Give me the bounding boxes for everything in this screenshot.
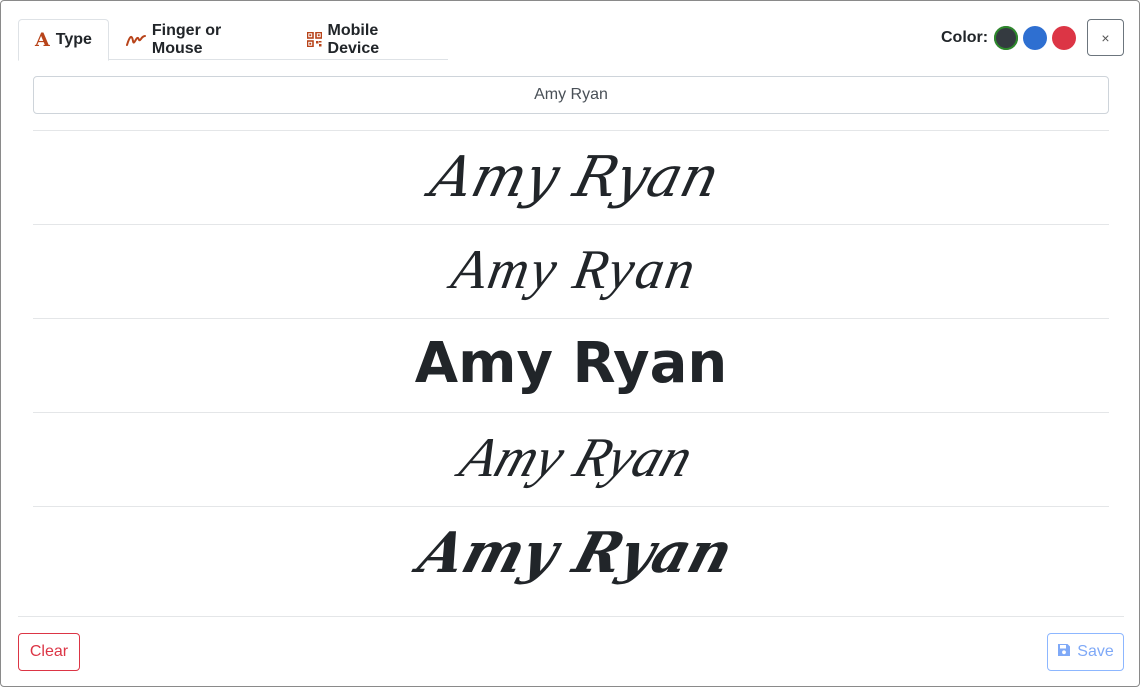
tab-finger-or-mouse[interactable]: Finger or Mouse: [109, 19, 290, 60]
close-icon: ×: [1101, 29, 1110, 46]
tab-type-label: Type: [55, 31, 92, 48]
color-label: Color:: [941, 29, 989, 46]
signature-option-script-handwritten[interactable]: Amy Ryan: [33, 224, 1109, 318]
signature-preview: Amy Ryan: [415, 331, 727, 396]
signature-option-script-light[interactable]: Amy Ryan: [33, 130, 1109, 224]
signature-preview: Amy Ryan: [443, 239, 701, 301]
floppy-disk-icon: [1057, 643, 1071, 662]
letter-a-icon: A: [35, 28, 50, 51]
signature-preview: Amy Ryan: [449, 427, 700, 488]
close-button[interactable]: ×: [1087, 19, 1124, 56]
tab-mobile-device[interactable]: Mobile Device: [290, 19, 448, 60]
color-picker: Color:: [941, 26, 1077, 50]
tab-type[interactable]: A Type: [18, 19, 109, 61]
signature-text: Amy Ryan: [443, 239, 701, 301]
pen-squiggle-icon: [125, 33, 146, 47]
tab-finger-or-mouse-label: Finger or Mouse: [151, 21, 222, 57]
footer-divider: [18, 616, 1124, 617]
signature-option-brush-bold[interactable]: Amy Ryan: [33, 506, 1109, 600]
qr-code-icon: [306, 32, 322, 47]
color-swatch-red[interactable]: [1052, 26, 1077, 50]
signature-preview: Amy Ryan: [420, 144, 726, 209]
signature-text: Amy Ryan: [407, 520, 740, 586]
signature-text: Amy Ryan: [415, 331, 727, 396]
signature-text: Amy Ryan: [449, 427, 700, 488]
color-swatch-dark[interactable]: [994, 26, 1019, 50]
signature-option-bold-rounded[interactable]: Amy Ryan: [33, 318, 1109, 412]
clear-button[interactable]: Clear: [18, 633, 80, 671]
save-button[interactable]: Save: [1047, 633, 1124, 671]
signature-options-list: Amy Ryan Amy Ryan Amy Ryan Amy Ryan Amy …: [33, 130, 1109, 600]
signature-text: Amy Ryan: [420, 144, 726, 209]
save-button-label: Save: [1077, 643, 1114, 660]
signature-option-script-flourish[interactable]: Amy Ryan: [33, 412, 1109, 506]
signature-name-input[interactable]: [33, 76, 1109, 114]
tab-mobile-device-label: Mobile Device: [327, 21, 380, 57]
color-swatch-blue[interactable]: [1023, 26, 1048, 50]
signature-preview: Amy Ryan: [407, 520, 740, 586]
signature-dialog: A Type Finger or Mouse Mobile Device Col…: [0, 0, 1140, 687]
signature-method-tabs: A Type Finger or Mouse Mobile Device: [18, 19, 448, 61]
